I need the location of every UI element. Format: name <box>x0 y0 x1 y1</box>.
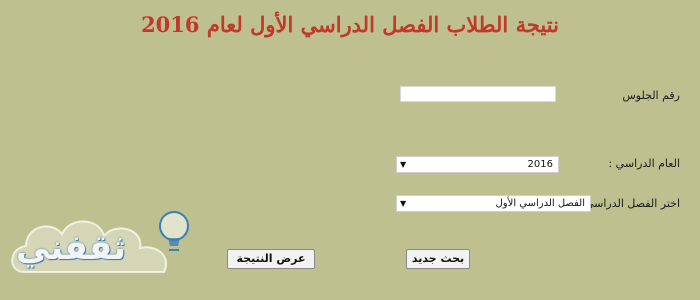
page-title: نتيجة الطلاب الفصل الدراسي الأول لعام 20… <box>141 12 559 37</box>
show-result-button[interactable]: عرض النتيجة <box>227 249 315 269</box>
semester-label: اختر الفصل الدراسي : <box>577 197 680 210</box>
new-search-button[interactable]: بحث جديد <box>406 249 470 269</box>
semester-select[interactable]: ▼ الفصل الدراسي الأول <box>396 195 591 212</box>
chevron-down-icon: ▼ <box>400 160 407 169</box>
academic-year-select[interactable]: ▼ 2016 <box>396 156 559 173</box>
academic-year-label: العام الدراسي : <box>608 157 680 170</box>
chevron-down-icon: ▼ <box>400 199 407 208</box>
seat-number-input[interactable] <box>400 86 556 102</box>
watermark-text: ثقفني <box>16 228 126 268</box>
watermark-logo: ثقفني <box>4 192 204 288</box>
seat-number-label: رقم الجلوس <box>622 89 680 102</box>
academic-year-value: 2016 <box>527 159 553 170</box>
semester-value: الفصل الدراسي الأول <box>495 198 585 209</box>
